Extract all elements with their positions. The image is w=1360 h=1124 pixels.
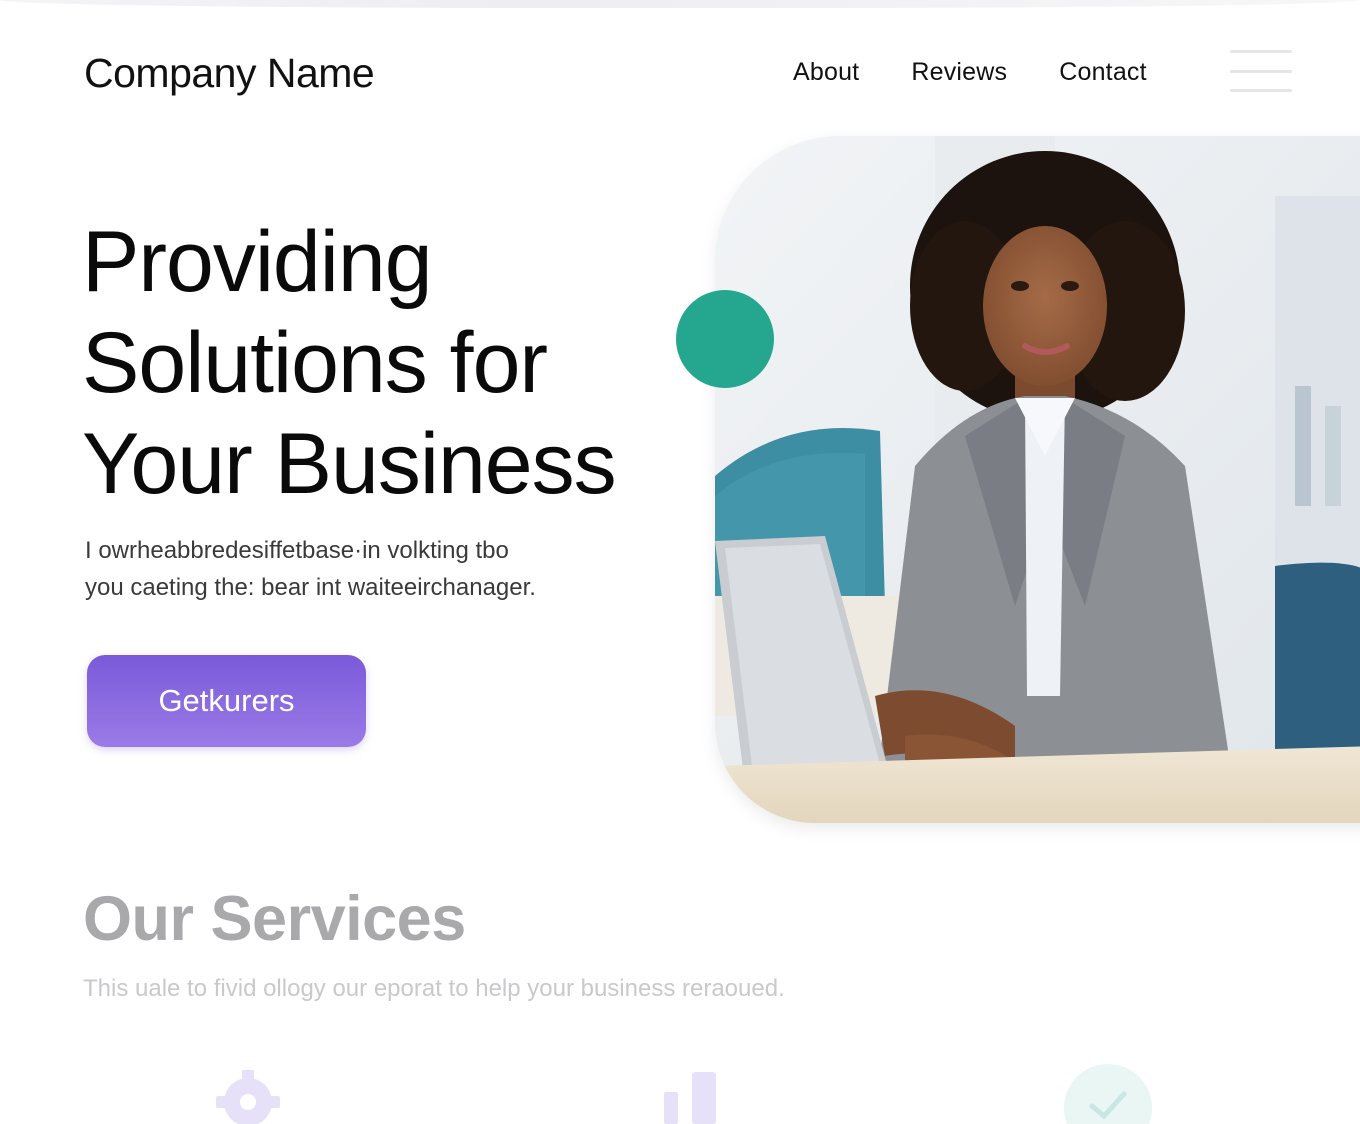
brand-logo-text[interactable]: Company Name [84, 50, 375, 97]
bar-chart-icon [664, 1072, 716, 1124]
hero-title-line: Your Business [82, 416, 617, 512]
nav-link-about[interactable]: About [793, 58, 859, 87]
top-strip [0, 0, 1360, 8]
gear-icon [216, 1070, 280, 1124]
cta-button[interactable]: Getkurers [87, 655, 366, 747]
services-subtitle: This uale to fivid ollogy our eporat to … [83, 975, 785, 1002]
hero-title-line: Solutions for [82, 315, 548, 411]
nav-link-contact[interactable]: Contact [1059, 58, 1147, 87]
check-circle-icon [1064, 1064, 1152, 1124]
landing-page: Company Name About Reviews Contact Provi… [0, 0, 1360, 1124]
hero-description-line: I owrheabbredesiffetbase·in volkting tbo [85, 537, 509, 564]
menu-bar [1230, 69, 1292, 73]
hero-title: Providing Solutions for Your Business [82, 212, 702, 515]
menu-bar [1230, 50, 1292, 53]
nav-link-reviews[interactable]: Reviews [911, 58, 1007, 87]
services-title: Our Services [83, 884, 466, 954]
hero-description: I owrheabbredesiffetbase·in volkting tbo… [85, 532, 625, 606]
hero-description-line: you caeting the: bear int waiteeirchanag… [85, 574, 536, 601]
accent-circle [676, 290, 774, 388]
hamburger-menu-icon[interactable] [1230, 50, 1292, 92]
hero-photo [715, 136, 1360, 823]
hero-title-line: Providing [82, 214, 433, 310]
main-nav: About Reviews Contact [793, 58, 1147, 87]
businesswoman-photo-illustration [715, 136, 1360, 823]
menu-bar [1230, 89, 1292, 92]
